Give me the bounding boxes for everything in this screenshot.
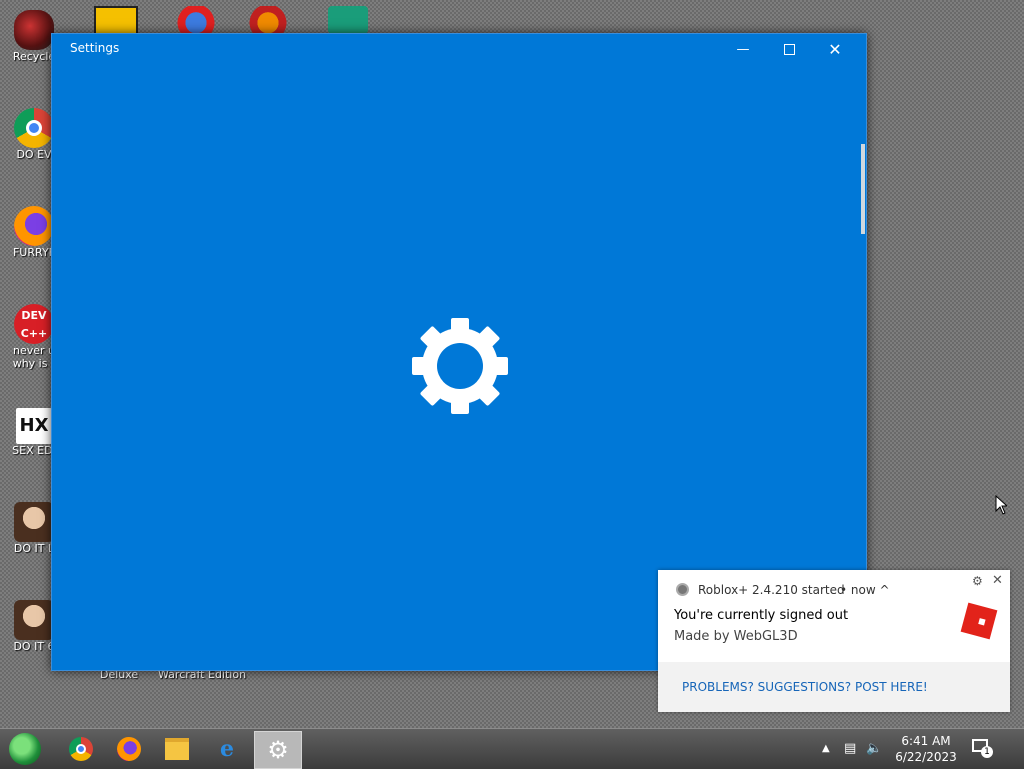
devcpp-icon: DEV C++	[14, 304, 54, 344]
notification-title: You're currently signed out	[674, 608, 849, 623]
window-title: Settings	[70, 41, 120, 55]
clock-date: 6/22/2023	[895, 750, 957, 764]
chrome-icon	[14, 108, 54, 148]
maximize-button[interactable]	[766, 34, 812, 64]
taskbar-settings[interactable]: ⚙	[254, 731, 302, 769]
roblox-icon	[960, 602, 998, 640]
chrome-icon	[676, 583, 689, 596]
maximize-icon	[783, 43, 795, 55]
ie-icon: e	[220, 736, 234, 762]
title-bar[interactable]: Settings — ✕	[52, 34, 866, 64]
file-explorer-icon	[165, 738, 189, 760]
notification-settings-icon[interactable]: ⚙	[972, 574, 983, 588]
clock-time: 6:41 AM	[901, 734, 951, 748]
recycle-bin-icon	[14, 10, 54, 50]
scrollbar[interactable]	[861, 144, 865, 234]
taskbar-ie[interactable]: e	[204, 731, 250, 767]
notification-app-line: Roblox+ 2.4.210 started	[698, 583, 845, 597]
chrome-icon	[69, 737, 93, 761]
clock[interactable]: 6:41 AM 6/22/2023	[886, 733, 966, 765]
desktop-icon-top-3[interactable]	[248, 6, 288, 34]
start-button[interactable]	[2, 731, 48, 767]
close-button[interactable]: ✕	[812, 34, 858, 64]
settings-gear-icon	[412, 318, 508, 414]
network-icon[interactable]: ▤	[844, 741, 856, 756]
action-center-button[interactable]: 1	[970, 737, 993, 759]
notification-body[interactable]: Roblox+ 2.4.210 started • now ^ ⚙ ✕ You'…	[658, 570, 1010, 662]
notification-text: Made by WebGL3D	[674, 629, 798, 644]
close-icon: ✕	[828, 39, 842, 59]
taskbar-file-explorer[interactable]	[154, 731, 200, 767]
mouse-cursor-icon	[995, 495, 1007, 515]
taskbar-chrome[interactable]	[58, 731, 104, 767]
desktop-icon-top-2[interactable]	[176, 6, 216, 34]
portrait-icon	[14, 502, 54, 542]
minimize-icon: —	[736, 41, 750, 57]
action-center-badge: 1	[981, 746, 993, 758]
hex-editor-icon: HX	[16, 408, 52, 444]
firefox-icon	[14, 206, 54, 246]
settings-icon: ⚙	[267, 736, 289, 764]
taskbar-firefox[interactable]	[106, 731, 152, 767]
volume-icon[interactable]: 🔈	[866, 741, 882, 756]
notification-link[interactable]: PROBLEMS? SUGGESTIONS? POST HERE!	[682, 680, 928, 694]
minimize-button[interactable]: —	[720, 34, 766, 64]
notification-toast[interactable]: Roblox+ 2.4.210 started • now ^ ⚙ ✕ You'…	[658, 570, 1010, 712]
desktop-icon-top-4[interactable]	[328, 6, 368, 34]
portrait-icon	[14, 600, 54, 640]
firefox-icon	[117, 737, 141, 761]
start-icon	[9, 733, 41, 765]
notification-time: • now ^	[840, 583, 890, 597]
show-hidden-icons[interactable]: ▲	[822, 743, 830, 754]
taskbar: e ⚙ ▲ ▤ 🔈 6:41 AM 6/22/2023 1	[0, 728, 1024, 769]
notification-close-icon[interactable]: ✕	[992, 573, 1003, 588]
